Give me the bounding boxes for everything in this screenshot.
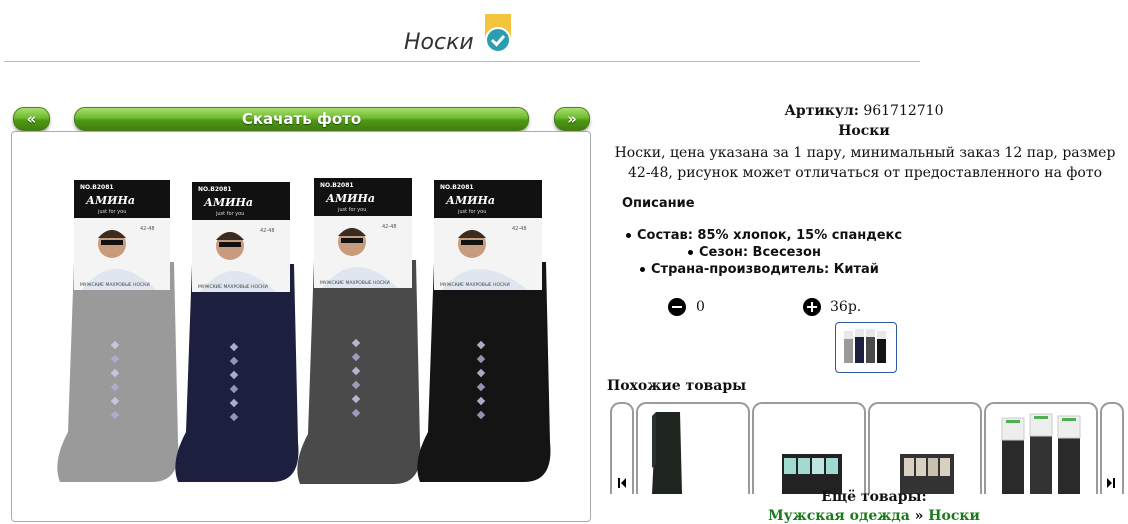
quantity-value: 0 [696, 299, 705, 315]
svg-text:МУЖСКИЕ МАХРОВЫЕ НОСКИ: МУЖСКИЕ МАХРОВЫЕ НОСКИ [80, 282, 150, 288]
similar-product-card[interactable] [636, 402, 750, 494]
svg-text:АМИНа: АМИНа [445, 194, 495, 207]
page-title: Носки [404, 30, 474, 55]
sock [175, 264, 299, 482]
svg-text:just for you: just for you [337, 207, 366, 213]
svg-text:NO.B2081: NO.B2081 [198, 186, 232, 193]
socks-illustration: NO.B2081 АМИНа just for you 42-48 МУЖСКИЕ МА… [57, 178, 551, 484]
svg-text:42-48: 42-48 [512, 226, 527, 232]
svg-text:МУЖСКИЕ МАХРОВЫЕ НОСКИ: МУЖСКИЕ МАХРОВЫЕ НОСКИ [198, 284, 268, 290]
title-divider [4, 61, 920, 62]
svg-text:NO.B2081: NO.B2081 [80, 184, 114, 191]
sock-package: NO.B2081 АМИНа just for you 42-48 МУЖСКИЕ МА… [417, 180, 551, 482]
spec-item: Состав: 85% хлопок, 15% спандекс [626, 228, 902, 243]
svg-text:42-48: 42-48 [140, 226, 155, 232]
sku-label: Артикул: [784, 103, 859, 119]
spec-item: Сезон: Всесезон [688, 245, 821, 260]
more-products-label: Ещё товары: [821, 489, 927, 505]
similar-product-card[interactable] [752, 402, 866, 494]
svg-text:АМИНа: АМИНа [85, 194, 135, 207]
svg-text:just for you: just for you [215, 211, 244, 217]
svg-text:42-48: 42-48 [382, 224, 397, 230]
product-description: Носки, цена указана за 1 пару, минимальн… [614, 145, 1116, 181]
similar-product-card[interactable] [984, 402, 1098, 494]
svg-text:NO.B2081: NO.B2081 [440, 184, 474, 191]
previous-photo-button[interactable]: « [13, 107, 50, 131]
sku-line: Артикул: 961712710 [604, 103, 1124, 119]
svg-text:МУЖСКИЕ МАХРОВЫЕ НОСКИ: МУЖСКИЕ МАХРОВЫЕ НОСКИ [320, 280, 390, 286]
spec-item: Страна-производитель: Китай [640, 262, 879, 277]
svg-text:МУЖСКИЕ МАХРОВЫЕ НОСКИ: МУЖСКИЕ МАХРОВЫЕ НОСКИ [440, 282, 510, 288]
product-name: Носки [838, 123, 890, 139]
verified-badge-icon [484, 14, 512, 54]
description-heading: Описание [622, 196, 695, 211]
svg-text:just for you: just for you [457, 209, 486, 215]
similar-products-heading: Похожие товары [607, 378, 747, 394]
svg-text:АМИНа: АМИНа [203, 196, 253, 209]
plus-circle-icon[interactable] [803, 298, 821, 316]
svg-text:АМИНа: АМИНа [325, 192, 375, 205]
sku-value: 961712710 [863, 103, 944, 119]
arrow-left-icon [621, 478, 626, 488]
svg-text:42-48: 42-48 [260, 228, 275, 234]
minus-circle-icon[interactable] [668, 298, 686, 316]
similar-product-card[interactable] [868, 402, 982, 494]
download-photo-button[interactable]: Скачать фото [74, 107, 529, 131]
carousel-prev[interactable] [610, 402, 634, 494]
product-photo: NO.B2081 АМИНа just for you 42-48 МУЖСКИЕ МА… [11, 131, 591, 522]
sock-package: NO.B2081 АМИНа just for you 42-48 МУЖСКИЕ МА… [57, 180, 179, 482]
sock-package: NO.B2081 АМИНа just for you 42-48 МУЖСКИЕ МА… [297, 178, 421, 484]
next-photo-button[interactable]: » [554, 107, 590, 131]
photo-thumbnail[interactable] [835, 322, 897, 373]
price-value: 36р. [830, 299, 862, 315]
sock-package: NO.B2081 АМИНа just for you 42-48 МУЖСКИЕ МА… [175, 182, 299, 482]
svg-text:NO.B2081: NO.B2081 [320, 182, 354, 189]
carousel-next[interactable] [1100, 402, 1124, 494]
arrow-right-icon [1107, 478, 1112, 488]
svg-text:just for you: just for you [97, 209, 126, 215]
